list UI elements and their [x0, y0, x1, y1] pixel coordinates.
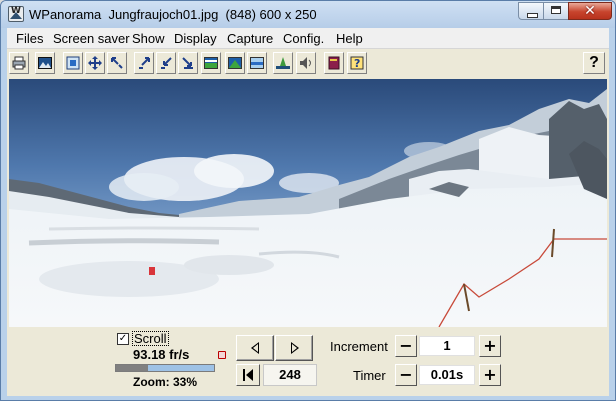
print-button[interactable]	[9, 52, 29, 74]
horizon-icon	[276, 57, 290, 69]
panorama-image	[9, 79, 607, 327]
maximize-button[interactable]	[543, 2, 569, 20]
menu-display[interactable]: Display	[174, 31, 217, 46]
go-first-button[interactable]	[236, 364, 260, 386]
menu-config[interactable]: Config.	[283, 31, 324, 46]
position-field[interactable]: 248	[263, 364, 317, 386]
open-image-icon	[38, 57, 52, 69]
increment-label: Increment	[330, 339, 388, 354]
sound-icon	[300, 57, 311, 69]
image-bottom-icon	[250, 57, 264, 69]
print-icon	[12, 56, 26, 70]
menu-files[interactable]: Files	[16, 31, 43, 46]
right-arrow-icon	[291, 342, 299, 354]
zoom-slider[interactable]	[115, 364, 215, 372]
image-bottom-button[interactable]	[247, 52, 267, 74]
image-top-button[interactable]	[201, 52, 221, 74]
help-button[interactable]: ?	[583, 52, 605, 74]
scroll-checkbox[interactable]: ✓	[117, 333, 129, 345]
increment-value[interactable]: 1	[419, 336, 475, 356]
help-topics-button[interactable]: ?	[347, 52, 367, 74]
increment-plus-button[interactable]: +	[479, 335, 501, 357]
book-icon	[328, 56, 340, 70]
panorama-view[interactable]	[9, 79, 607, 327]
timer-label: Timer	[353, 368, 386, 383]
book-button[interactable]	[324, 52, 344, 74]
fps-readout: 93.18 fr/s	[133, 347, 190, 362]
fit-icon	[66, 56, 80, 70]
timer-minus-button[interactable]: −	[395, 364, 417, 386]
timer-plus-button[interactable]: +	[479, 364, 501, 386]
scroll-label[interactable]: Scroll	[132, 331, 169, 346]
sound-button[interactable]	[296, 52, 316, 74]
client-area: Files Screen saver Show Display Capture …	[7, 28, 609, 396]
svg-text:?: ?	[354, 57, 360, 70]
timer-value[interactable]: 0.01s	[419, 365, 475, 385]
close-button[interactable]: ✕	[568, 2, 612, 20]
open-image-button[interactable]	[35, 52, 55, 74]
resize-down-button[interactable]	[178, 52, 198, 74]
image-middle-icon	[228, 57, 242, 69]
menu-help[interactable]: Help	[336, 31, 363, 46]
help-topics-icon: ?	[350, 56, 364, 70]
title-bar[interactable]: W WPanorama Jungfraujoch01.jpg (848) 600…	[1, 1, 615, 28]
zoom-slider-left	[116, 365, 149, 371]
move-button[interactable]	[85, 52, 105, 74]
toolbar: ? ?	[7, 50, 609, 78]
control-panel: ✓ Scroll 93.18 fr/s Zoom: 33% 248 Increm…	[7, 327, 609, 396]
resize-down-icon	[182, 57, 193, 69]
collapse-corner-button[interactable]	[156, 52, 176, 74]
menu-capture[interactable]: Capture	[227, 31, 273, 46]
fit-button[interactable]	[63, 52, 83, 74]
first-bar-icon	[243, 369, 245, 381]
minimize-icon	[527, 13, 538, 18]
expand-corner-button[interactable]	[134, 52, 154, 74]
image-top-icon	[204, 57, 218, 69]
close-icon: ✕	[584, 3, 596, 19]
zoom-slider-fill	[148, 365, 214, 371]
app-window: W WPanorama Jungfraujoch01.jpg (848) 600…	[0, 0, 616, 401]
collapse-corner-icon	[161, 57, 172, 69]
shrink-icon	[111, 57, 123, 69]
menu-bar: Files Screen saver Show Display Capture …	[7, 28, 609, 49]
image-middle-button[interactable]	[225, 52, 245, 74]
first-arrow-icon	[246, 369, 253, 381]
window-title: WPanorama Jungfraujoch01.jpg (848) 600 x…	[29, 7, 317, 22]
left-arrow-icon	[251, 342, 259, 354]
scroll-left-button[interactable]	[236, 335, 274, 361]
speed-indicator-icon	[218, 351, 226, 359]
menu-screen-saver[interactable]: Screen saver	[53, 31, 130, 46]
move-icon	[88, 56, 102, 70]
maximize-icon	[551, 6, 561, 14]
minimize-button[interactable]	[518, 2, 544, 20]
app-icon[interactable]: W	[8, 6, 24, 22]
menu-show[interactable]: Show	[132, 31, 165, 46]
zoom-label: Zoom: 33%	[133, 375, 198, 389]
expand-corner-icon	[139, 57, 150, 69]
increment-minus-button[interactable]: −	[395, 335, 417, 357]
shrink-button[interactable]	[107, 52, 127, 74]
scroll-right-button[interactable]	[275, 335, 313, 361]
horizon-button[interactable]	[273, 52, 293, 74]
